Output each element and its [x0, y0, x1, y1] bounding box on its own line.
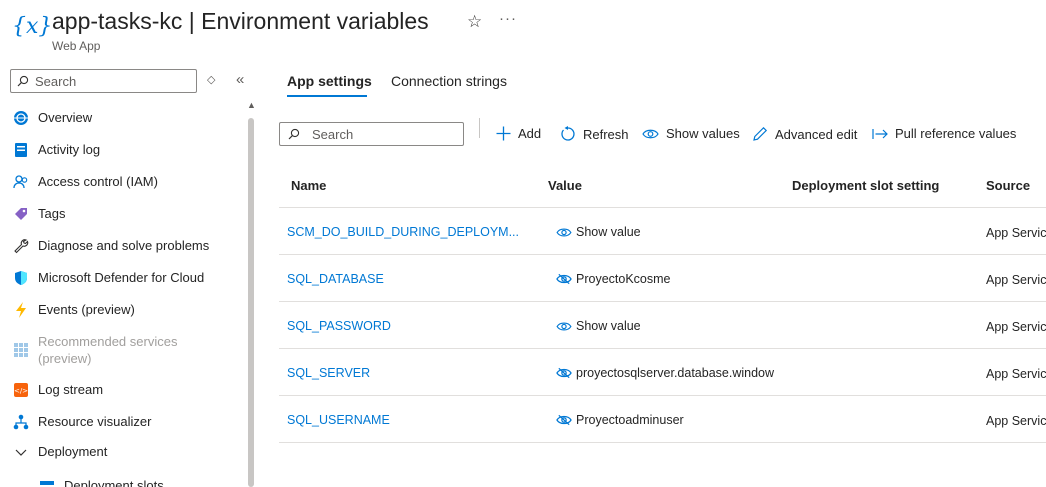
search-icon	[17, 75, 29, 87]
search-icon	[288, 128, 300, 140]
plus-icon	[496, 126, 511, 141]
table-divider	[279, 395, 1046, 396]
table-divider	[279, 442, 1046, 443]
sidebar-item-activity-log[interactable]: Activity log	[12, 141, 100, 159]
eye-hide-icon	[556, 367, 572, 379]
add-button[interactable]: Add	[496, 126, 541, 141]
more-options-icon[interactable]: ···	[499, 10, 517, 27]
table-divider	[279, 254, 1046, 255]
column-header-value[interactable]: Value	[548, 178, 582, 193]
column-header-source[interactable]: Source	[986, 178, 1030, 193]
setting-name-link[interactable]: SQL_SERVER	[287, 366, 370, 380]
grid-icon	[12, 341, 30, 359]
sidebar-item-tags[interactable]: Tags	[12, 205, 65, 223]
eye-hide-icon	[556, 414, 572, 426]
refresh-icon	[560, 126, 576, 142]
expand-collapse-icon[interactable]: ◇	[207, 73, 215, 86]
settings-search-input[interactable]: Search	[279, 122, 464, 146]
sidebar-search-placeholder: Search	[35, 73, 77, 89]
eye-hide-icon	[556, 273, 572, 285]
sidebar-item-resource-visualizer[interactable]: Resource visualizer	[12, 413, 151, 431]
active-tab-indicator	[287, 95, 367, 97]
svg-text:</>: </>	[14, 387, 28, 395]
sidebar-item-log-stream[interactable]: </> Log stream	[12, 381, 103, 399]
pull-reference-values-button[interactable]: Pull reference values	[872, 126, 1016, 141]
setting-value[interactable]: proyectosqlserver.database.window	[556, 366, 774, 380]
toolbar-separator	[479, 118, 480, 138]
page-subtitle: Web App	[52, 39, 101, 53]
slots-icon	[38, 477, 56, 487]
arrow-right-bar-icon	[872, 128, 888, 140]
sidebar-search-input[interactable]: Search	[10, 69, 197, 93]
setting-value[interactable]: ProyectoKcosme	[556, 272, 670, 286]
sidebar-item-overview[interactable]: Overview	[12, 109, 92, 127]
setting-name-link[interactable]: SQL_USERNAME	[287, 413, 390, 427]
favorite-star-icon[interactable]: ☆	[467, 12, 482, 32]
advanced-edit-button[interactable]: Advanced edit	[752, 126, 857, 142]
tab-connection-strings[interactable]: Connection strings	[391, 73, 507, 89]
eye-icon	[556, 321, 572, 332]
setting-source: App Service	[986, 414, 1046, 428]
setting-name-link[interactable]: SCM_DO_BUILD_DURING_DEPLOYM...	[287, 225, 519, 239]
page-title: app-tasks-kc | Environment variables	[52, 8, 429, 34]
setting-value[interactable]: Proyectoadminuser	[556, 413, 684, 427]
setting-source: App Service	[986, 226, 1046, 240]
show-values-button[interactable]: Show values	[642, 126, 740, 141]
lightning-icon	[12, 301, 30, 319]
setting-source: App Service	[986, 367, 1046, 381]
tag-icon	[12, 205, 30, 223]
setting-name-link[interactable]: SQL_DATABASE	[287, 272, 384, 286]
column-header-deployment-slot[interactable]: Deployment slot setting	[792, 178, 939, 193]
shield-icon	[12, 269, 30, 287]
sidebar-item-deployment-slots[interactable]: Deployment slots	[38, 477, 164, 487]
log-stream-icon: </>	[12, 381, 30, 399]
sidebar-item-recommended-services[interactable]: Recommended services (preview)	[12, 333, 188, 367]
sidebar-item-events[interactable]: Events (preview)	[12, 301, 135, 319]
table-divider	[279, 348, 1046, 349]
setting-name-link[interactable]: SQL_PASSWORD	[287, 319, 391, 333]
setting-source: App Service	[986, 320, 1046, 334]
column-header-name[interactable]: Name	[291, 178, 326, 193]
eye-icon	[642, 128, 659, 140]
refresh-button[interactable]: Refresh	[560, 126, 629, 142]
function-braces-icon: {𝑥}	[12, 14, 53, 39]
show-value-button[interactable]: Show value	[556, 319, 641, 333]
sidebar-item-diagnose[interactable]: Diagnose and solve problems	[12, 237, 209, 255]
people-icon	[12, 173, 30, 191]
scrollbar-thumb[interactable]	[248, 118, 254, 487]
sidebar-item-defender[interactable]: Microsoft Defender for Cloud	[12, 269, 204, 287]
eye-icon	[556, 227, 572, 238]
chevron-down-icon	[12, 443, 30, 461]
hierarchy-icon	[12, 413, 30, 431]
globe-icon	[12, 109, 30, 127]
log-icon	[12, 141, 30, 159]
wrench-icon	[12, 237, 30, 255]
setting-source: App Service	[986, 273, 1046, 287]
collapse-sidebar-icon[interactable]: «	[236, 71, 244, 88]
table-divider	[279, 207, 1046, 208]
scroll-up-icon[interactable]: ▲	[247, 100, 256, 110]
tab-app-settings[interactable]: App settings	[287, 73, 372, 89]
sidebar-item-access-control[interactable]: Access control (IAM)	[12, 173, 158, 191]
table-divider	[279, 301, 1046, 302]
settings-search-placeholder: Search	[312, 126, 354, 142]
pencil-icon	[752, 126, 768, 142]
sidebar-group-deployment[interactable]: Deployment	[12, 443, 107, 461]
sidebar-scrollbar[interactable]: ▲	[247, 100, 256, 487]
show-value-button[interactable]: Show value	[556, 225, 641, 239]
